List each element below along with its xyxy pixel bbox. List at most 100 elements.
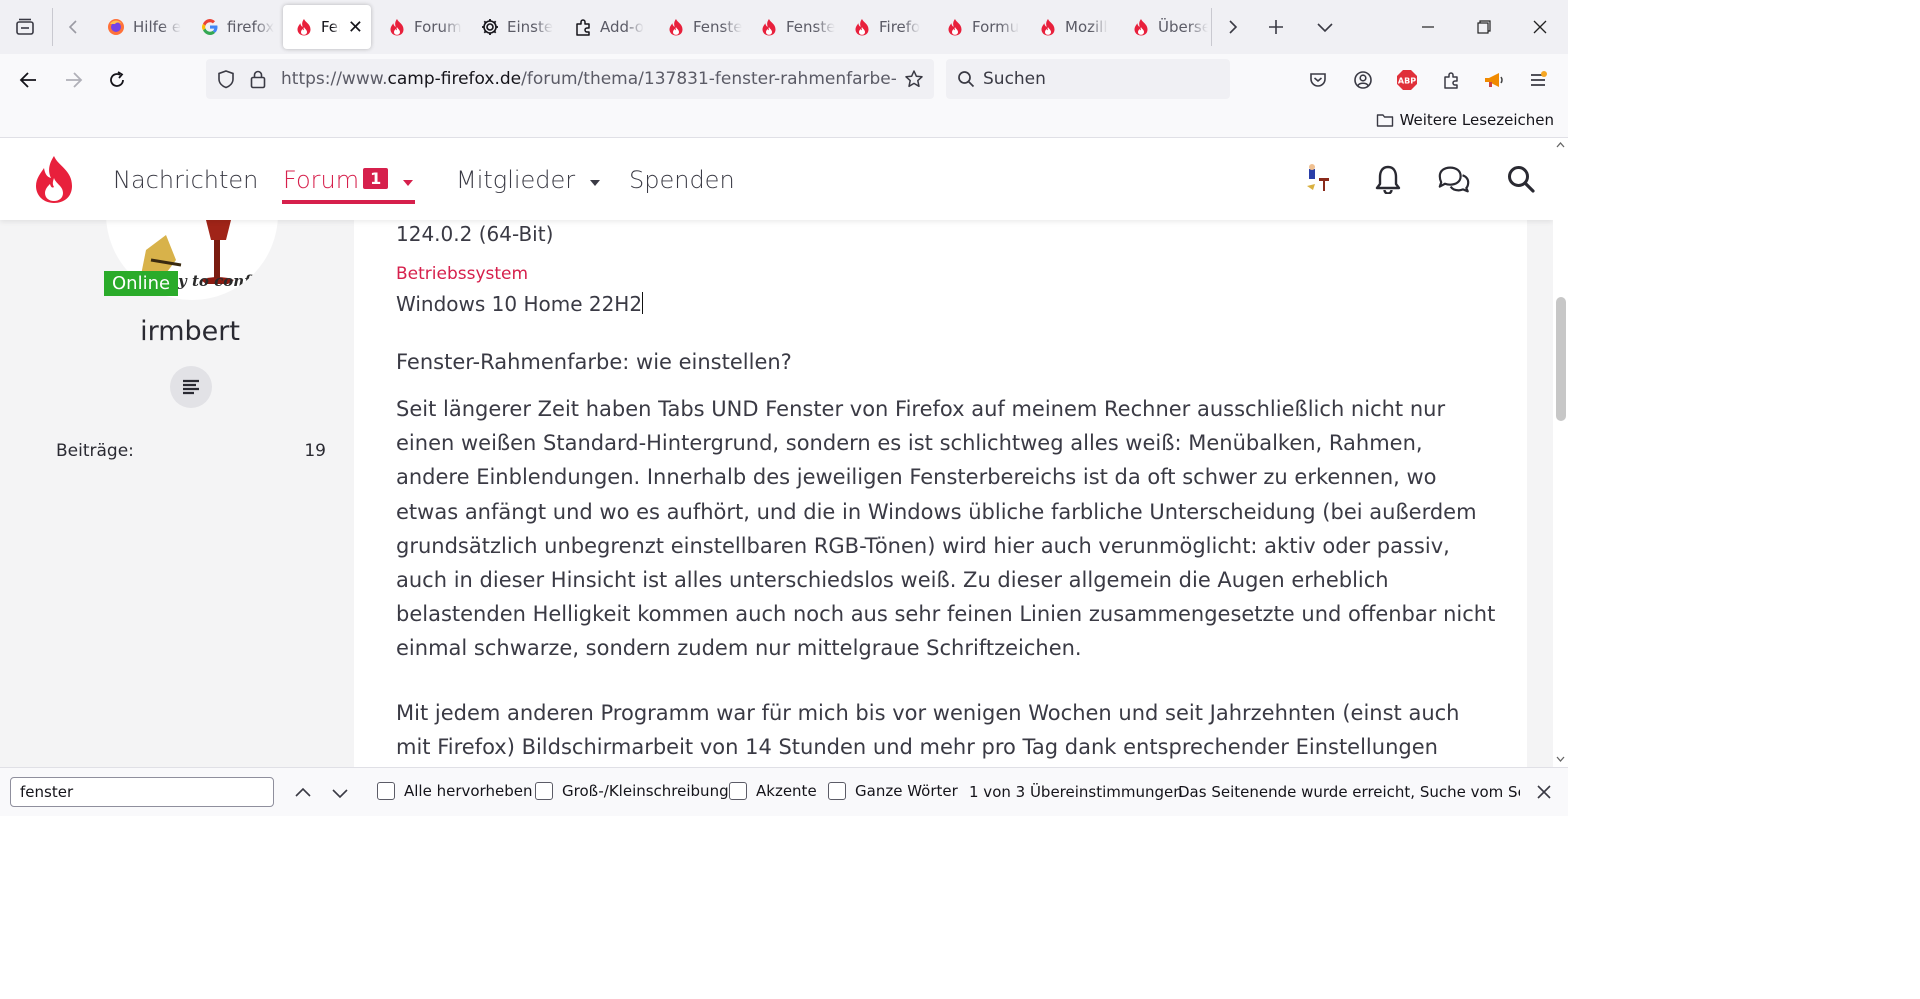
scrollbar-thumb[interactable]	[1556, 297, 1566, 421]
page-scrollbar[interactable]	[1553, 139, 1568, 767]
notifications-button[interactable]	[1370, 161, 1406, 197]
scroll-tabs-right-button[interactable]	[1216, 11, 1248, 43]
post-paragraph: Seit längerer Zeit haben Tabs UND Fenste…	[396, 397, 1496, 661]
navigation-toolbar: https://www.camp-firefox.de/forum/thema/…	[0, 54, 1568, 106]
browser-tab[interactable]: Firefo	[841, 5, 929, 49]
search-icon	[958, 71, 975, 88]
search-placeholder: Suchen	[983, 69, 1046, 89]
puzzle-icon	[1444, 72, 1458, 89]
browser-tab[interactable]: Hilfe e	[95, 5, 183, 49]
browser-tab[interactable]: Forum	[376, 5, 464, 49]
posts-count-label: Beiträge:	[56, 441, 134, 461]
nav-news[interactable]: Nachrichten	[113, 166, 258, 194]
find-next-button[interactable]	[327, 780, 353, 806]
match-case-label: Groß-/Kleinschreibung	[562, 782, 729, 800]
tab-title: Mozill	[1065, 18, 1108, 36]
browser-tab[interactable]: Überse	[1120, 5, 1208, 49]
checkbox-box[interactable]	[377, 782, 395, 800]
nav-donate[interactable]: Spenden	[629, 166, 735, 194]
firefox-version-value: 124.0.2 (64-Bit)	[396, 222, 554, 246]
checkbox-box[interactable]	[535, 782, 553, 800]
reload-icon	[110, 71, 124, 87]
scroll-down-icon[interactable]	[1556, 755, 1565, 763]
hamburger-menu-icon	[1531, 71, 1547, 86]
restore-button[interactable]	[1461, 10, 1507, 44]
author-name[interactable]: irmbert	[26, 316, 354, 347]
url-text[interactable]: https://www.camp-firefox.de/forum/thema/…	[281, 69, 896, 89]
browser-tab[interactable]: Formu	[934, 5, 1022, 49]
camp-firefox-icon	[667, 18, 685, 36]
browser-tab[interactable]: Fen ✕	[283, 5, 371, 49]
browser-tab[interactable]: firefox	[189, 5, 277, 49]
camp-firefox-icon	[946, 18, 964, 36]
author-menu-button[interactable]	[170, 366, 212, 408]
minimize-button[interactable]	[1405, 10, 1451, 44]
highlight-all-checkbox[interactable]: Alle hervorheben	[377, 782, 532, 800]
close-find-bar-button[interactable]	[1532, 780, 1556, 804]
find-input[interactable]: fenster	[10, 777, 274, 807]
close-icon	[1537, 785, 1551, 799]
nav-forum[interactable]: Forum 1	[283, 166, 414, 194]
url-bar[interactable]: https://www.camp-firefox.de/forum/thema/…	[206, 59, 934, 99]
close-icon	[1533, 20, 1547, 34]
tab-title: Überse	[1158, 18, 1208, 36]
scroll-tabs-left-button[interactable]	[58, 11, 90, 43]
other-bookmarks-folder[interactable]: Weitere Lesezeichen	[1376, 111, 1554, 129]
back-button[interactable]	[12, 64, 46, 96]
browser-tab[interactable]: Fenste	[748, 5, 836, 49]
caret-down-icon	[589, 180, 600, 186]
lock-icon[interactable]	[249, 69, 267, 89]
forum-badge: 1	[363, 168, 389, 189]
os-value: Windows 10 Home 22H2	[396, 292, 644, 316]
match-accents-checkbox[interactable]: Akzente	[729, 782, 817, 800]
checkbox-box[interactable]	[729, 782, 747, 800]
bell-icon	[1375, 165, 1401, 194]
reload-button[interactable]	[100, 64, 134, 96]
site-logo[interactable]	[32, 154, 78, 204]
user-avatar-button[interactable]	[1300, 161, 1336, 197]
match-case-checkbox[interactable]: Groß-/Kleinschreibung	[535, 782, 729, 800]
nav-members[interactable]: Mitglieder	[456, 166, 601, 194]
google-icon	[201, 18, 219, 36]
conversations-button[interactable]	[1436, 161, 1472, 197]
whole-words-label: Ganze Wörter	[855, 782, 958, 800]
close-tab-icon[interactable]: ✕	[348, 17, 363, 38]
pocket-icon	[1310, 73, 1326, 87]
firefox-view-button[interactable]	[9, 11, 41, 43]
shield-icon[interactable]	[216, 69, 236, 89]
highlight-all-label: Alle hervorheben	[404, 782, 533, 800]
arrow-right-icon	[66, 72, 83, 88]
close-window-button[interactable]	[1517, 10, 1563, 44]
list-all-tabs-button[interactable]	[1309, 11, 1341, 43]
text-caret	[642, 292, 644, 314]
chevron-right-icon	[1229, 20, 1238, 34]
chat-bubbles-icon	[1438, 166, 1470, 193]
extensions-button[interactable]	[1434, 64, 1468, 96]
forward-button[interactable]	[56, 64, 90, 96]
search-bar[interactable]: Suchen	[946, 59, 1230, 99]
browser-tab[interactable]: Fenste	[655, 5, 743, 49]
post-author-sidebar: y to conf Online irmbert Beiträge: 19	[26, 180, 354, 767]
posts-count-value[interactable]: 19	[304, 441, 326, 461]
camp-firefox-icon	[853, 18, 871, 36]
account-button[interactable]	[1346, 64, 1380, 96]
new-tab-button[interactable]	[1260, 11, 1292, 43]
plus-icon	[1269, 20, 1283, 34]
chevron-up-icon	[295, 787, 311, 797]
bookmark-star-icon[interactable]	[904, 69, 924, 89]
browser-tab[interactable]: Add-o	[562, 5, 650, 49]
scroll-up-icon[interactable]	[1556, 141, 1565, 149]
site-search-button[interactable]	[1503, 161, 1539, 197]
whole-words-checkbox[interactable]: Ganze Wörter	[828, 782, 958, 800]
camp-firefox-icon	[388, 18, 406, 36]
adblock-plus-button[interactable]: ABP	[1390, 64, 1424, 96]
browser-tab[interactable]: Einste	[469, 5, 557, 49]
app-menu-button[interactable]	[1521, 64, 1555, 96]
avatar-caption: y to conf	[178, 272, 251, 290]
browser-tab[interactable]: Mozill	[1027, 5, 1115, 49]
find-previous-button[interactable]	[290, 780, 316, 806]
pocket-button[interactable]	[1301, 64, 1335, 96]
tab-strip: Hilfe e firefox Fen ✕ Forum Einste Add-o Fenste…	[0, 0, 1568, 54]
announce-extension-button[interactable]	[1477, 64, 1511, 96]
checkbox-box[interactable]	[828, 782, 846, 800]
